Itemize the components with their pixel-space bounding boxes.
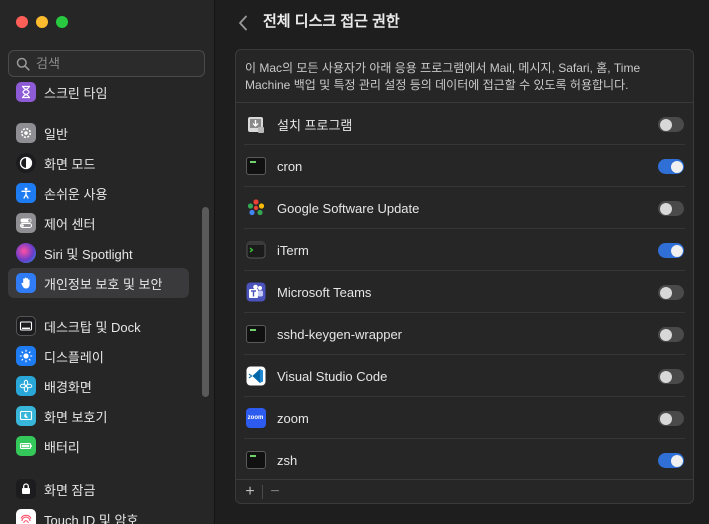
- fingerprint-icon: [16, 509, 36, 524]
- sidebar-item-lock-screen[interactable]: 화면 잠금: [8, 474, 189, 504]
- app-name: Microsoft Teams: [277, 284, 372, 300]
- hand-icon: [16, 273, 36, 293]
- sidebar-item-accessibility[interactable]: 손쉬운 사용: [8, 178, 189, 208]
- window-controls: [16, 16, 68, 28]
- sidebar-item-general[interactable]: 일반: [8, 118, 189, 148]
- app-name: Google Software Update: [277, 200, 420, 216]
- app-row-zoom: zoom zoom: [236, 397, 693, 439]
- permission-toggle-microsoft-teams[interactable]: [658, 285, 684, 300]
- sidebar-item-privacy-security[interactable]: 개인정보 보호 및 보안: [8, 268, 189, 298]
- sidebar-item-desktop-dock[interactable]: 데스크탑 및 Dock: [8, 311, 189, 341]
- sidebar-item-control-center[interactable]: 제어 센터: [8, 208, 189, 238]
- close-window-button[interactable]: [16, 16, 28, 28]
- screensaver-icon: [16, 406, 36, 426]
- sidebar-item-siri-spotlight[interactable]: Siri 및 Spotlight: [8, 238, 189, 268]
- dock-icon: [16, 316, 36, 336]
- sidebar-item-label: 화면 잠금: [44, 482, 96, 498]
- search-icon: [16, 57, 30, 71]
- app-row-microsoft-teams: Microsoft Teams: [236, 271, 693, 313]
- terminal-icon: [245, 449, 266, 470]
- gear-icon: [16, 123, 36, 143]
- lock-icon: [16, 479, 36, 499]
- search-input[interactable]: [36, 56, 196, 71]
- sidebar-item-label: 제어 센터: [44, 216, 96, 232]
- google-update-icon: [245, 197, 266, 218]
- terminal-icon: [245, 155, 266, 176]
- sidebar-scrollbar[interactable]: [202, 207, 209, 397]
- permission-toggle-zsh[interactable]: [658, 453, 684, 468]
- app-name: zsh: [277, 452, 298, 468]
- sidebar-item-battery[interactable]: 배터리: [8, 431, 189, 461]
- chevron-left-icon: [239, 15, 247, 31]
- sidebar: 스크린 타임 일반 화면 모드 손쉬운 사용 제어 센터: [0, 0, 215, 524]
- sidebar-item-appearance[interactable]: 화면 모드: [8, 148, 189, 178]
- sidebar-item-label: 배터리: [44, 439, 80, 455]
- installer-icon: [245, 113, 266, 134]
- sidebar-item-label: Touch ID 및 암호: [44, 512, 139, 524]
- remove-button[interactable]: −: [266, 483, 284, 501]
- permission-toggle-installer[interactable]: [658, 117, 684, 132]
- app-row-installer: 설치 프로그램: [236, 103, 693, 145]
- sidebar-item-label: Siri 및 Spotlight: [44, 246, 133, 262]
- sidebar-item-label: 데스크탑 및 Dock: [44, 319, 141, 335]
- sidebar-item-screen-time[interactable]: 스크린 타임: [8, 80, 189, 107]
- sidebar-item-touch-id[interactable]: Touch ID 및 암호: [8, 504, 189, 524]
- sidebar-item-wallpaper[interactable]: 배경화면: [8, 371, 189, 401]
- app-name: iTerm: [277, 242, 309, 258]
- description-text: 이 Mac의 모든 사용자가 아래 응용 프로그램에서 Mail, 메시지, S…: [245, 61, 641, 92]
- app-name: 설치 프로그램: [277, 117, 353, 133]
- app-row-cron: cron: [236, 145, 693, 187]
- hourglass-icon: [16, 82, 36, 102]
- sidebar-item-label: 손쉬운 사용: [44, 186, 108, 202]
- vscode-icon: [245, 365, 266, 386]
- app-row-sshd-keygen-wrapper: sshd-keygen-wrapper: [236, 313, 693, 355]
- main-content: 전체 디스크 접근 권한 이 Mac의 모든 사용자가 아래 응용 프로그램에서…: [216, 0, 709, 524]
- sun-icon: [16, 346, 36, 366]
- app-name: sshd-keygen-wrapper: [277, 326, 403, 342]
- page-title: 전체 디스크 접근 권한: [263, 13, 400, 30]
- search-field[interactable]: [8, 50, 205, 77]
- app-list-panel: 이 Mac의 모든 사용자가 아래 응용 프로그램에서 Mail, 메시지, S…: [235, 49, 694, 504]
- sidebar-item-label: 디스플레이: [44, 349, 104, 365]
- sidebar-item-label: 화면 모드: [44, 156, 96, 172]
- permission-toggle-sshd-keygen-wrapper[interactable]: [658, 327, 684, 342]
- minimize-window-button[interactable]: [36, 16, 48, 28]
- sidebar-item-label: 개인정보 보호 및 보안: [44, 276, 163, 292]
- add-button[interactable]: +: [241, 483, 259, 501]
- app-name: Visual Studio Code: [277, 368, 388, 384]
- flower-icon: [16, 376, 36, 396]
- zoom-window-button[interactable]: [56, 16, 68, 28]
- permission-toggle-cron[interactable]: [658, 159, 684, 174]
- siri-icon: [16, 243, 36, 263]
- accessibility-icon: [16, 183, 36, 203]
- sidebar-item-label: 일반: [44, 126, 68, 142]
- zoom-icon-text: zoom: [245, 407, 266, 428]
- terminal-icon: [245, 323, 266, 344]
- list-footer: + −: [236, 479, 693, 503]
- sidebar-item-displays[interactable]: 디스플레이: [8, 341, 189, 371]
- app-row-google-software-update: Google Software Update: [236, 187, 693, 229]
- permission-toggle-iterm[interactable]: [658, 243, 684, 258]
- battery-icon: [16, 436, 36, 456]
- permission-toggle-zoom[interactable]: [658, 411, 684, 426]
- teams-icon: [245, 281, 266, 302]
- divider: [262, 484, 263, 499]
- appearance-icon: [16, 153, 36, 173]
- back-button[interactable]: [233, 12, 253, 34]
- sidebar-item-label: 화면 보호기: [44, 409, 108, 425]
- permission-toggle-google-software-update[interactable]: [658, 201, 684, 216]
- app-name: cron: [277, 158, 303, 174]
- sidebar-item-screen-saver[interactable]: 화면 보호기: [8, 401, 189, 431]
- control-center-icon: [16, 213, 36, 233]
- app-row-iterm: iTerm: [236, 229, 693, 271]
- app-name: zoom: [277, 410, 309, 426]
- zoom-icon: zoom: [245, 407, 266, 428]
- iterm-icon: [245, 239, 266, 260]
- sidebar-item-label: 배경화면: [44, 379, 92, 395]
- permission-toggle-visual-studio-code[interactable]: [658, 369, 684, 384]
- sidebar-item-label: 스크린 타임: [44, 85, 108, 101]
- app-row-visual-studio-code: Visual Studio Code: [236, 355, 693, 397]
- app-row-zsh: zsh: [236, 439, 693, 481]
- sidebar-nav: 스크린 타임 일반 화면 모드 손쉬운 사용 제어 센터 Siri 및 Spot…: [0, 80, 215, 524]
